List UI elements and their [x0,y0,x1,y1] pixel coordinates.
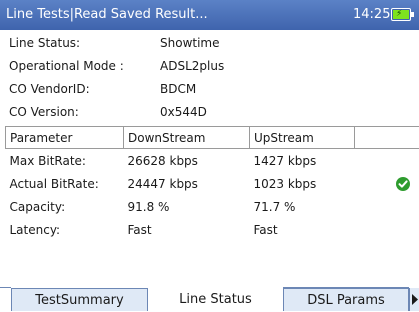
co-vendor-id-value: BDCM [160,78,196,100]
row-parameter: Max BitRate: [6,149,124,173]
row-downstream: 24447 kbps [124,172,250,195]
row-upstream: 1023 kbps [250,172,355,195]
row-parameter: Latency: [6,218,124,241]
operational-mode-label: Operational Mode : [9,55,124,77]
header-status [355,127,419,149]
line-status-value: Showtime [160,32,220,54]
info-row-line-status: Line Status: Showtime [5,32,414,54]
table-row: Capacity: 91.8 % 71.7 % [6,195,419,218]
bitrate-table: Parameter DownStream UpStream Max BitRat… [5,126,419,241]
tab-divider [0,287,11,288]
co-vendor-id-label: CO VendorID: [9,78,90,100]
row-status [355,172,419,195]
co-version-value: 0x544D [160,101,207,123]
line-status-panel: Line Status: Showtime Operational Mode :… [5,30,414,262]
battery-charging-icon: ⚡ [391,8,411,21]
row-upstream: 1427 kbps [250,149,355,173]
line-status-label: Line Status: [9,32,80,54]
check-icon [396,177,410,191]
table-header-row: Parameter DownStream UpStream [6,127,419,149]
table-row: Latency: Fast Fast [6,218,419,241]
header-parameter: Parameter [6,127,124,149]
tab-scroll-right-button[interactable] [409,288,419,311]
tab-line-status[interactable]: Line Status [148,288,283,311]
row-downstream: 26628 kbps [124,149,250,173]
tab-test-summary[interactable]: TestSummary [11,288,148,311]
row-upstream: 71.7 % [250,195,355,218]
info-row-co-version: CO Version: 0x544D [5,101,414,123]
co-version-label: CO Version: [9,101,79,123]
table-row: Actual BitRate: 24447 kbps 1023 kbps [6,172,419,195]
clock-time: 14:25 [353,7,390,22]
header-downstream: DownStream [124,127,250,149]
row-downstream: 91.8 % [124,195,250,218]
row-downstream: Fast [124,218,250,241]
tab-dsl-params[interactable]: DSL Params [283,288,409,311]
title-bar: Line Tests|Read Saved Result... 14:25 ⚡ [0,0,419,30]
tab-bar: TestSummary Line Status DSL Params [0,262,419,311]
table-row: Max BitRate: 26628 kbps 1427 kbps [6,149,419,173]
header-upstream: UpStream [250,127,355,149]
window-title: Line Tests|Read Saved Result... [6,7,208,22]
row-parameter: Capacity: [6,195,124,218]
row-upstream: Fast [250,218,355,241]
info-row-co-vendor-id: CO VendorID: BDCM [5,78,414,100]
row-status [355,218,419,241]
row-status [355,149,419,173]
chevron-right-icon [411,294,419,305]
operational-mode-value: ADSL2plus [160,55,224,77]
row-parameter: Actual BitRate: [6,172,124,195]
info-row-operational-mode: Operational Mode : ADSL2plus [5,55,414,77]
row-status [355,195,419,218]
